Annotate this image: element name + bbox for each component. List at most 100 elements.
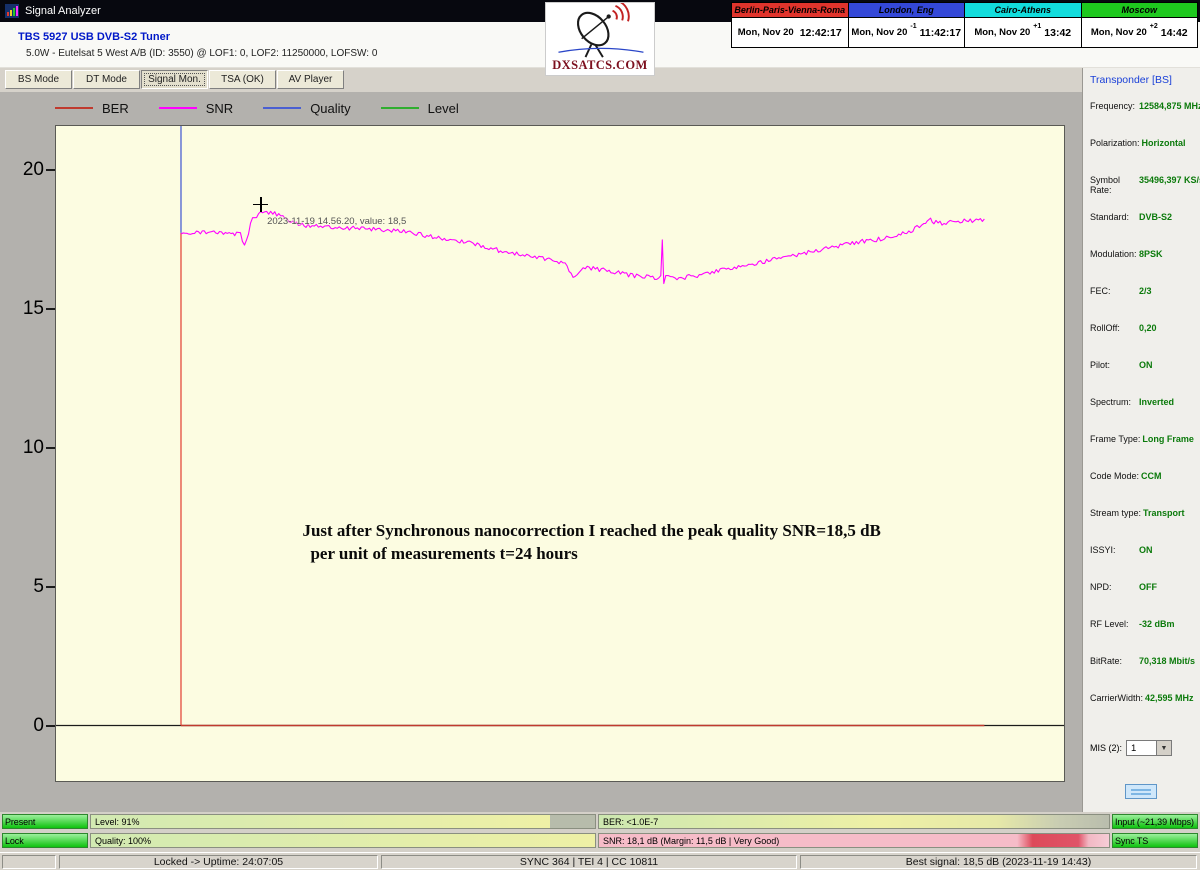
chart-legend: BER SNR Quality Level [55, 99, 489, 117]
tab-button[interactable]: AV Player [277, 70, 344, 89]
legend-label: SNR [206, 101, 233, 116]
param-value: ON [1139, 360, 1153, 370]
param-label: Frequency: [1090, 101, 1137, 111]
clock-city-header: Cairo-Athens [965, 3, 1081, 18]
snr-bar: SNR: 18,1 dB (Margin: 11,5 dB | Very Goo… [598, 833, 1110, 848]
param-label: BitRate: [1090, 656, 1137, 666]
clock-city-header: Moscow [1082, 3, 1198, 18]
window-title: Signal Analyzer [25, 5, 101, 17]
legend-item: Quality [263, 101, 350, 116]
transponder-panel: Transponder [BS] Frequency: 12584,875 MH… [1082, 68, 1200, 812]
transponder-row: Frequency: 12584,875 MHz [1090, 101, 1200, 138]
tab-label: DT Mode [86, 74, 127, 85]
tab-button[interactable]: DT Mode [73, 70, 140, 89]
transponder-row: Stream type: Transport [1090, 508, 1200, 545]
y-axis-tick [46, 169, 55, 171]
param-label: Spectrum: [1090, 397, 1137, 407]
clock-time-row: Mon, Nov 20 12:42:17 [732, 18, 848, 47]
param-value: Inverted [1139, 397, 1174, 407]
clock-date: Mon, Nov 20 [851, 27, 907, 38]
param-label: Standard: [1090, 212, 1137, 222]
dropdown-arrow-icon[interactable]: ▼ [1156, 741, 1171, 755]
satellite-dish-graphic [546, 3, 654, 59]
quality-bar-fill [91, 834, 595, 847]
transponder-row: ISSYI: ON [1090, 545, 1200, 582]
param-label: CarrierWidth: [1090, 693, 1143, 703]
panel-title: Transponder [BS] [1090, 74, 1200, 86]
input-indicator: Input (~21,39 Mbps) [1112, 814, 1198, 829]
uptime-status: Locked -> Uptime: 24:07:05 [59, 855, 378, 869]
legend-item: Level [381, 101, 459, 116]
transponder-row: Frame Type: Long Frame [1090, 434, 1200, 471]
y-axis-label: 15 [2, 297, 44, 321]
y-axis-label: 5 [2, 575, 44, 599]
tab-label: AV Player [289, 74, 333, 85]
clock-date: Mon, Nov 20 [974, 27, 1030, 38]
level-bar-label: Level: 91% [95, 815, 140, 828]
plot-canvas [56, 126, 1064, 781]
clock-utc-offset: +1 [1033, 23, 1041, 30]
signal-plot[interactable]: 2023-11-19 14.56.20, value: 18,5 Just af… [55, 125, 1065, 782]
transponder-row: RF Level: -32 dBm [1090, 619, 1200, 656]
legend-line-swatch [159, 107, 197, 109]
legend-item: SNR [159, 101, 233, 116]
param-value: CCM [1141, 471, 1162, 481]
annotation-line1: Just after Synchronous nanocorrection I … [302, 520, 880, 543]
status-bar: Locked -> Uptime: 24:07:05 SYNC 364 | TE… [0, 852, 1200, 870]
status-indicator-bars: Present Level: 91% BER: <1.0E-7 Input (~… [0, 812, 1200, 852]
transponder-row: Pilot: ON [1090, 360, 1200, 397]
transponder-rows: Frequency: 12584,875 MHz Polarization: H… [1090, 101, 1200, 730]
clock-widget: Moscow Mon, Nov 20 +2 14:42 [1082, 3, 1198, 47]
clock-time-row: Mon, Nov 20 +1 13:42 [965, 18, 1081, 47]
param-label: RF Level: [1090, 619, 1137, 629]
tab-button[interactable]: Signal Mon. [141, 70, 208, 89]
mis-label: MIS (2): [1090, 743, 1122, 753]
panel-button[interactable] [1125, 784, 1157, 799]
mis-select[interactable]: 1 ▼ [1126, 740, 1172, 756]
param-value: 8PSK [1139, 249, 1163, 259]
sync-ts-indicator: Sync TS [1112, 833, 1198, 848]
param-value: DVB-S2 [1139, 212, 1172, 222]
y-axis-label: 20 [2, 158, 44, 182]
mis-value: 1 [1131, 743, 1136, 754]
param-value: Horizontal [1142, 138, 1186, 148]
legend-label: BER [102, 101, 129, 116]
y-axis-tick [46, 308, 55, 310]
world-clocks: Berlin-Paris-Vienna-Roma Mon, Nov 20 12:… [731, 2, 1198, 48]
clock-time: 14:42 [1161, 27, 1188, 39]
y-axis-tick [46, 725, 55, 727]
param-value: 0,20 [1139, 323, 1157, 333]
tab-label: BS Mode [18, 74, 59, 85]
clock-city-header: Berlin-Paris-Vienna-Roma [732, 3, 848, 18]
ber-bar-fill [599, 815, 1109, 828]
clock-utc-offset: +2 [1150, 23, 1158, 30]
param-label: Stream type: [1090, 508, 1141, 518]
param-value: -32 dBm [1139, 619, 1175, 629]
y-axis-label: 0 [2, 714, 44, 738]
tab-label: Signal Mon. [148, 74, 201, 85]
tab-button[interactable]: TSA (OK) [209, 70, 276, 89]
legend-item: BER [55, 101, 129, 116]
quality-bar-label: Quality: 100% [95, 834, 151, 847]
transponder-row: RollOff: 0,20 [1090, 323, 1200, 360]
annotation-text: Just after Synchronous nanocorrection I … [302, 520, 880, 566]
transponder-row: Modulation: 8PSK [1090, 249, 1200, 286]
param-label: ISSYI: [1090, 545, 1137, 555]
best-signal-status: Best signal: 18,5 dB (2023-11-19 14:43) [800, 855, 1197, 869]
param-value: 35496,397 KS/s [1139, 175, 1200, 185]
transponder-row: BitRate: 70,318 Mbit/s [1090, 656, 1200, 693]
level-bar-fill [91, 815, 550, 828]
transponder-row: Polarization: Horizontal [1090, 138, 1200, 175]
satellite-info: 5.0W - Eutelsat 5 West A/B (ID: 3550) @ … [26, 48, 377, 59]
tab-button[interactable]: BS Mode [5, 70, 72, 89]
legend-line-swatch [381, 107, 419, 109]
mis-row: MIS (2): 1 ▼ [1090, 740, 1200, 756]
ber-bar: BER: <1.0E-7 [598, 814, 1110, 829]
param-label: Frame Type: [1090, 434, 1140, 444]
clock-widget: London, Eng Mon, Nov 20 -1 11:42:17 [849, 3, 966, 47]
param-label: Modulation: [1090, 249, 1137, 259]
dxsatcs-logo: DXSATCS.COM [545, 2, 655, 76]
transponder-row: NPD: OFF [1090, 582, 1200, 619]
clock-city-header: London, Eng [849, 3, 965, 18]
y-axis-tick [46, 586, 55, 588]
